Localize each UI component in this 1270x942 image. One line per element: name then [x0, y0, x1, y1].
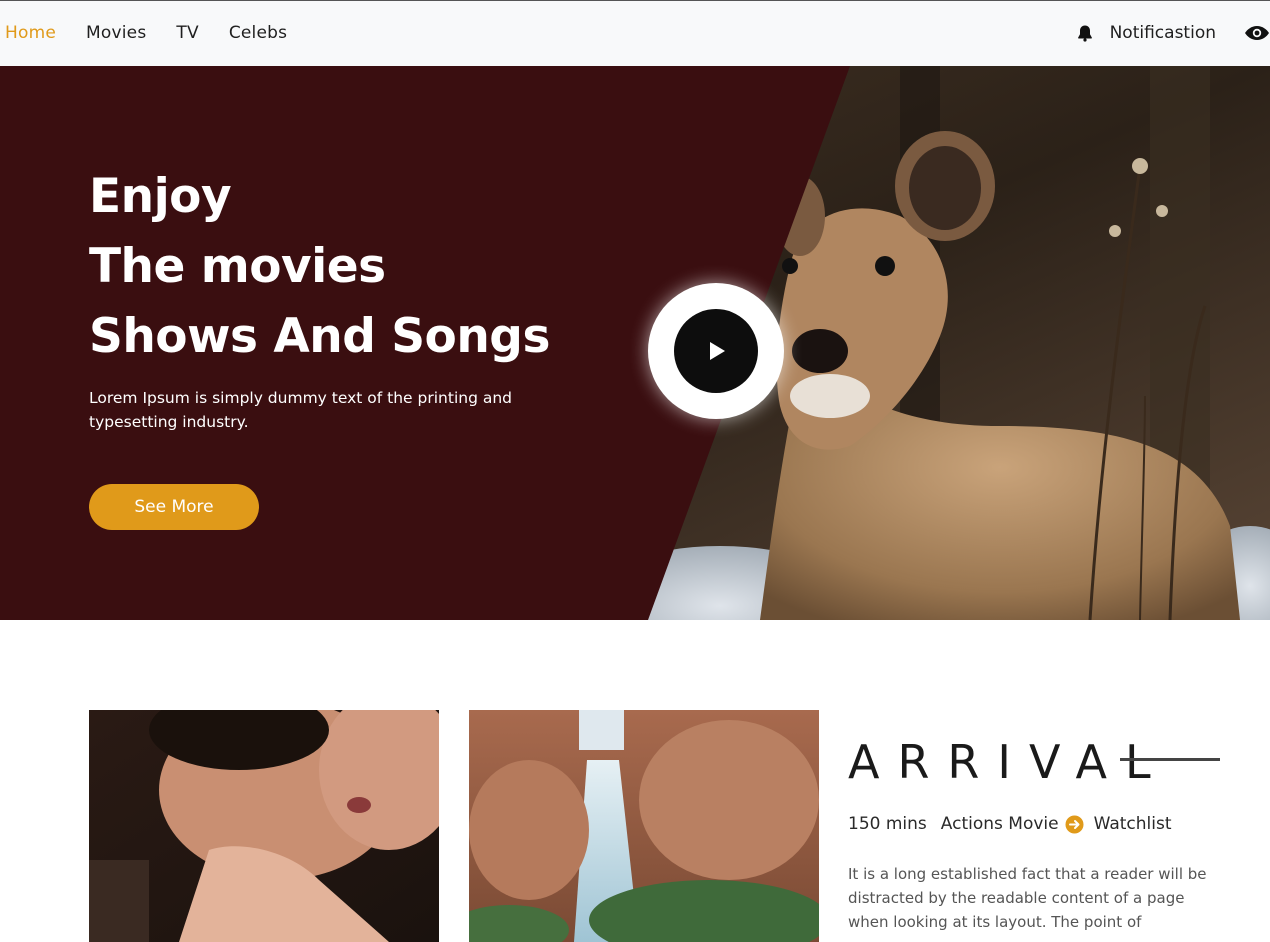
title-divider: [1120, 758, 1220, 761]
eye-icon[interactable]: [1244, 24, 1270, 42]
movie-meta: 150 mins Actions Movie Watchlist: [848, 814, 1172, 834]
play-button[interactable]: [648, 283, 784, 419]
nav-link-celebs[interactable]: Celebs: [229, 21, 287, 45]
bell-icon[interactable]: [1076, 24, 1094, 42]
see-more-button[interactable]: See More: [89, 484, 259, 530]
hero-title-line-2: The movies: [89, 239, 386, 294]
navbar: Home Movies TV Celebs Notificastion: [0, 0, 1270, 66]
movie-thumbnail-waterfall[interactable]: [469, 710, 819, 942]
hero-title-line-3: Shows And Songs: [89, 309, 550, 364]
movie-thumbnail-couple[interactable]: [89, 710, 439, 942]
movie-title: ARRIVAL: [848, 735, 1169, 789]
movie-genre: Actions Movie: [940, 814, 1059, 834]
arrow-circle-right-icon[interactable]: [1065, 815, 1084, 834]
notifications-link[interactable]: Notificastion: [1110, 21, 1216, 45]
hero-title: Enjoy The movies Shows And Songs: [89, 162, 550, 372]
nav-link-tv[interactable]: TV: [176, 21, 198, 45]
hero-banner: Enjoy The movies Shows And Songs Lorem I…: [0, 66, 1270, 620]
nav-right: Notificastion: [1076, 21, 1270, 45]
hero-description: Lorem Ipsum is simply dummy text of the …: [89, 389, 512, 431]
movie-duration: 150 mins: [848, 814, 927, 834]
play-icon: [674, 309, 758, 393]
nav-links: Home Movies TV Celebs: [5, 21, 317, 45]
movie-description: It is a long established fact that a rea…: [848, 865, 1207, 931]
nav-link-movies[interactable]: Movies: [86, 21, 146, 45]
page: Home Movies TV Celebs Notificastion Enjo…: [0, 0, 1270, 942]
hero-title-line-1: Enjoy: [89, 169, 232, 224]
watchlist-link[interactable]: Watchlist: [1094, 814, 1172, 834]
nav-link-home[interactable]: Home: [5, 21, 56, 45]
